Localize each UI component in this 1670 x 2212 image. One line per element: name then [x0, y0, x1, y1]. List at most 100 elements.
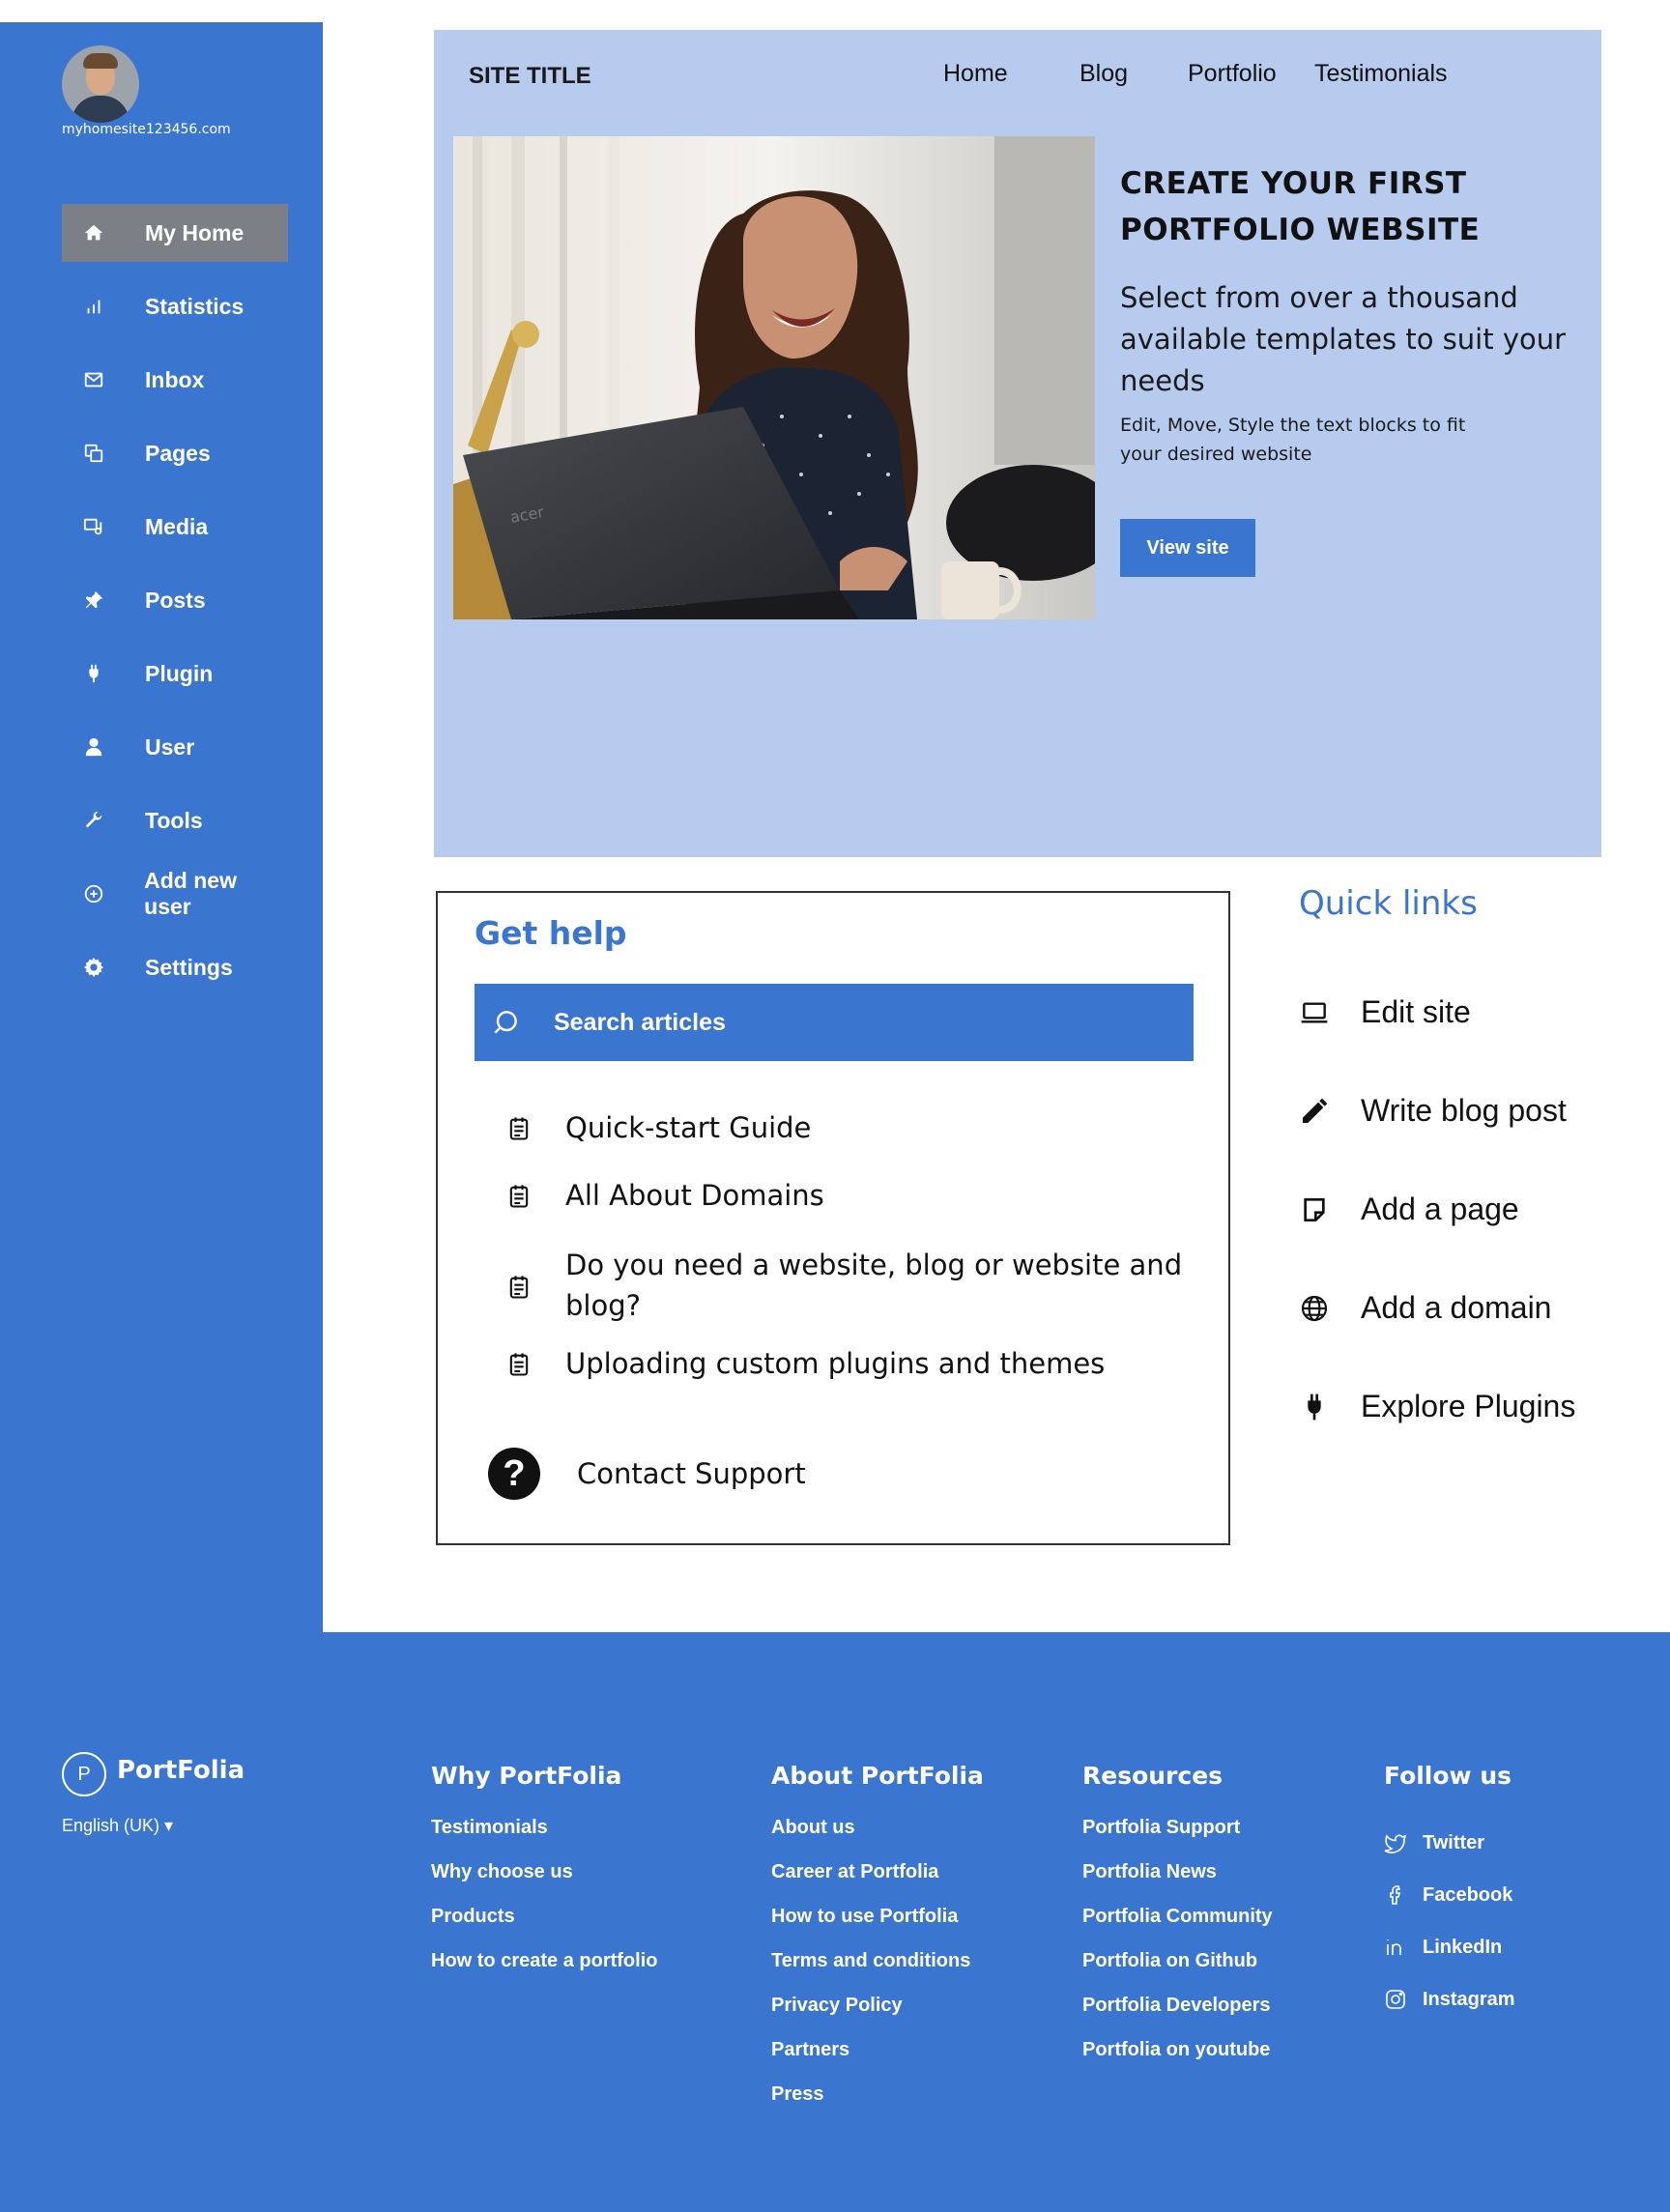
- quick-links-title: Quick links: [1299, 884, 1478, 923]
- plug-icon: [62, 663, 145, 684]
- footer-link[interactable]: Portfolia on youtube: [1082, 2039, 1273, 2083]
- social-link-instagram[interactable]: Instagram: [1384, 1973, 1515, 2025]
- document-icon: [509, 1185, 529, 1208]
- footer-link[interactable]: Portfolia Developers: [1082, 1995, 1273, 2039]
- get-help-title: Get help: [475, 914, 627, 952]
- brand-name[interactable]: PortFolia: [117, 1756, 245, 1785]
- footer-link[interactable]: Career at Portfolia: [771, 1861, 984, 1906]
- sidebar-item-add-new-user[interactable]: Add new user: [62, 865, 288, 923]
- quick-link-explore-plugins[interactable]: Explore Plugins: [1299, 1389, 1575, 1424]
- hero-subheading: Select from over a thousand available te…: [1120, 281, 1567, 397]
- contact-support-label: Contact Support: [577, 1457, 806, 1490]
- footer-link[interactable]: Products: [431, 1906, 657, 1950]
- sidebar-nav: My Home Statistics Inbox Pages Media Pos…: [62, 204, 288, 1012]
- caret-down-icon: ▾: [164, 1816, 174, 1835]
- quick-link-write-blog-post[interactable]: Write blog post: [1299, 1093, 1567, 1129]
- sidebar: myhomesite123456.com My Home Statistics …: [0, 22, 323, 1632]
- sidebar-item-label: Posts: [145, 587, 206, 613]
- footer-column-why: Why PortFolia Testimonials Why choose us…: [431, 1762, 657, 1995]
- article-title: Quick-start Guide: [565, 1111, 812, 1144]
- sidebar-item-plugin[interactable]: Plugin: [62, 645, 288, 703]
- quick-link-label: Write blog post: [1361, 1093, 1567, 1128]
- linkedin-icon: [1387, 1939, 1401, 1955]
- top-nav-home[interactable]: Home: [943, 60, 1008, 88]
- article-link[interactable]: Quick-start Guide: [505, 1107, 1184, 1148]
- footer-link[interactable]: Portfolia News: [1082, 1861, 1273, 1906]
- social-link-linkedin[interactable]: LinkedIn: [1384, 1921, 1515, 1973]
- social-label: Instagram: [1423, 1988, 1515, 2010]
- pages-icon: [62, 443, 145, 464]
- footer-column-title: Why PortFolia: [431, 1762, 622, 1790]
- hero-description: Edit, Move, Style the text blocks to fit…: [1120, 415, 1466, 465]
- home-icon: [62, 222, 145, 244]
- user-icon: [62, 736, 145, 758]
- quick-link-add-a-page[interactable]: Add a page: [1299, 1192, 1519, 1227]
- sidebar-item-label: Plugin: [145, 660, 214, 686]
- footer-link[interactable]: Partners: [771, 2039, 984, 2083]
- facebook-icon: [1390, 1885, 1401, 1905]
- language-label: English (UK): [62, 1816, 160, 1835]
- gear-icon: [62, 957, 145, 978]
- sidebar-item-pages[interactable]: Pages: [62, 424, 288, 482]
- social-label: Twitter: [1423, 1831, 1485, 1853]
- sidebar-item-my-home[interactable]: My Home: [62, 204, 288, 262]
- social-link-facebook[interactable]: Facebook: [1384, 1869, 1515, 1921]
- social-link-twitter[interactable]: Twitter: [1384, 1817, 1515, 1869]
- article-link[interactable]: Uploading custom plugins and themes: [505, 1343, 1184, 1384]
- sidebar-item-settings[interactable]: Settings: [62, 938, 288, 996]
- footer-column-follow: Follow us Twitter Facebook LinkedIn Inst…: [1384, 1762, 1515, 2025]
- hero-section: SITE TITLE Home Blog Portfolio Testimoni…: [434, 30, 1601, 857]
- quick-link-add-a-domain[interactable]: Add a domain: [1299, 1290, 1551, 1326]
- search-icon: [494, 1011, 517, 1034]
- social-label: Facebook: [1423, 1883, 1513, 1906]
- search-articles-input[interactable]: Search articles: [475, 984, 1194, 1061]
- quick-link-label: Edit site: [1361, 994, 1471, 1029]
- laptop-icon: [1301, 1001, 1328, 1023]
- document-icon: [509, 1117, 529, 1140]
- top-nav-blog[interactable]: Blog: [1080, 60, 1128, 88]
- sidebar-item-label: Add new user: [144, 868, 237, 919]
- footer-link[interactable]: How to create a portfolio: [431, 1950, 657, 1995]
- document-icon: [509, 1276, 529, 1299]
- footer-column-resources: Resources Portfolia Support Portfolia Ne…: [1082, 1762, 1273, 2083]
- article-title: Do you need a website, blog or website a…: [565, 1249, 1183, 1322]
- sidebar-item-media[interactable]: Media: [62, 498, 288, 556]
- footer-link[interactable]: Portfolia Community: [1082, 1906, 1273, 1950]
- sidebar-item-label: Tools: [145, 807, 203, 833]
- footer-column-title: Resources: [1082, 1762, 1224, 1790]
- footer-link[interactable]: How to use Portfolia: [771, 1906, 984, 1950]
- view-site-button[interactable]: View site: [1120, 519, 1255, 577]
- article-link[interactable]: All About Domains: [505, 1175, 1184, 1216]
- footer-link[interactable]: Privacy Policy: [771, 1995, 984, 2039]
- footer-link[interactable]: About us: [771, 1817, 984, 1861]
- site-url[interactable]: myhomesite123456.com: [62, 122, 231, 137]
- sidebar-item-tools[interactable]: Tools: [62, 791, 288, 849]
- sidebar-item-posts[interactable]: Posts: [62, 571, 288, 629]
- language-selector[interactable]: English (UK) ▾: [62, 1816, 173, 1836]
- pencil-icon: [1303, 1098, 1328, 1123]
- quick-link-label: Add a domain: [1361, 1290, 1552, 1325]
- quick-link-edit-site[interactable]: Edit site: [1299, 994, 1471, 1030]
- article-link[interactable]: Do you need a website, blog or website a…: [505, 1245, 1184, 1326]
- contact-support-link[interactable]: ? Contact Support: [488, 1448, 806, 1500]
- twitter-icon: [1384, 1834, 1407, 1853]
- quick-link-label: Add a page: [1361, 1192, 1519, 1226]
- footer-link[interactable]: Why choose us: [431, 1861, 657, 1906]
- social-label: LinkedIn: [1423, 1936, 1503, 1958]
- top-nav-portfolio[interactable]: Portfolio: [1188, 60, 1277, 88]
- hero-heading: CREATE YOUR FIRST PORTFOLIO WEBSITE: [1120, 166, 1481, 247]
- site-title[interactable]: SITE TITLE: [469, 63, 591, 90]
- sidebar-item-inbox[interactable]: Inbox: [62, 351, 288, 409]
- sidebar-item-user[interactable]: User: [62, 718, 288, 776]
- sidebar-item-statistics[interactable]: Statistics: [62, 277, 288, 335]
- top-nav-testimonials[interactable]: Testimonials: [1314, 60, 1448, 88]
- logo-icon[interactable]: P: [62, 1752, 106, 1796]
- avatar[interactable]: [62, 45, 139, 123]
- footer-link[interactable]: Press: [771, 2083, 984, 2128]
- footer-column-about: About PortFolia About us Career at Portf…: [771, 1762, 984, 2128]
- footer-link[interactable]: Terms and conditions: [771, 1950, 984, 1995]
- footer-link[interactable]: Portfolia Support: [1082, 1817, 1273, 1861]
- footer: P PortFolia English (UK) ▾ Why PortFolia…: [0, 1632, 1670, 2212]
- footer-link[interactable]: Portfolia on Github: [1082, 1950, 1273, 1995]
- footer-link[interactable]: Testimonials: [431, 1817, 657, 1861]
